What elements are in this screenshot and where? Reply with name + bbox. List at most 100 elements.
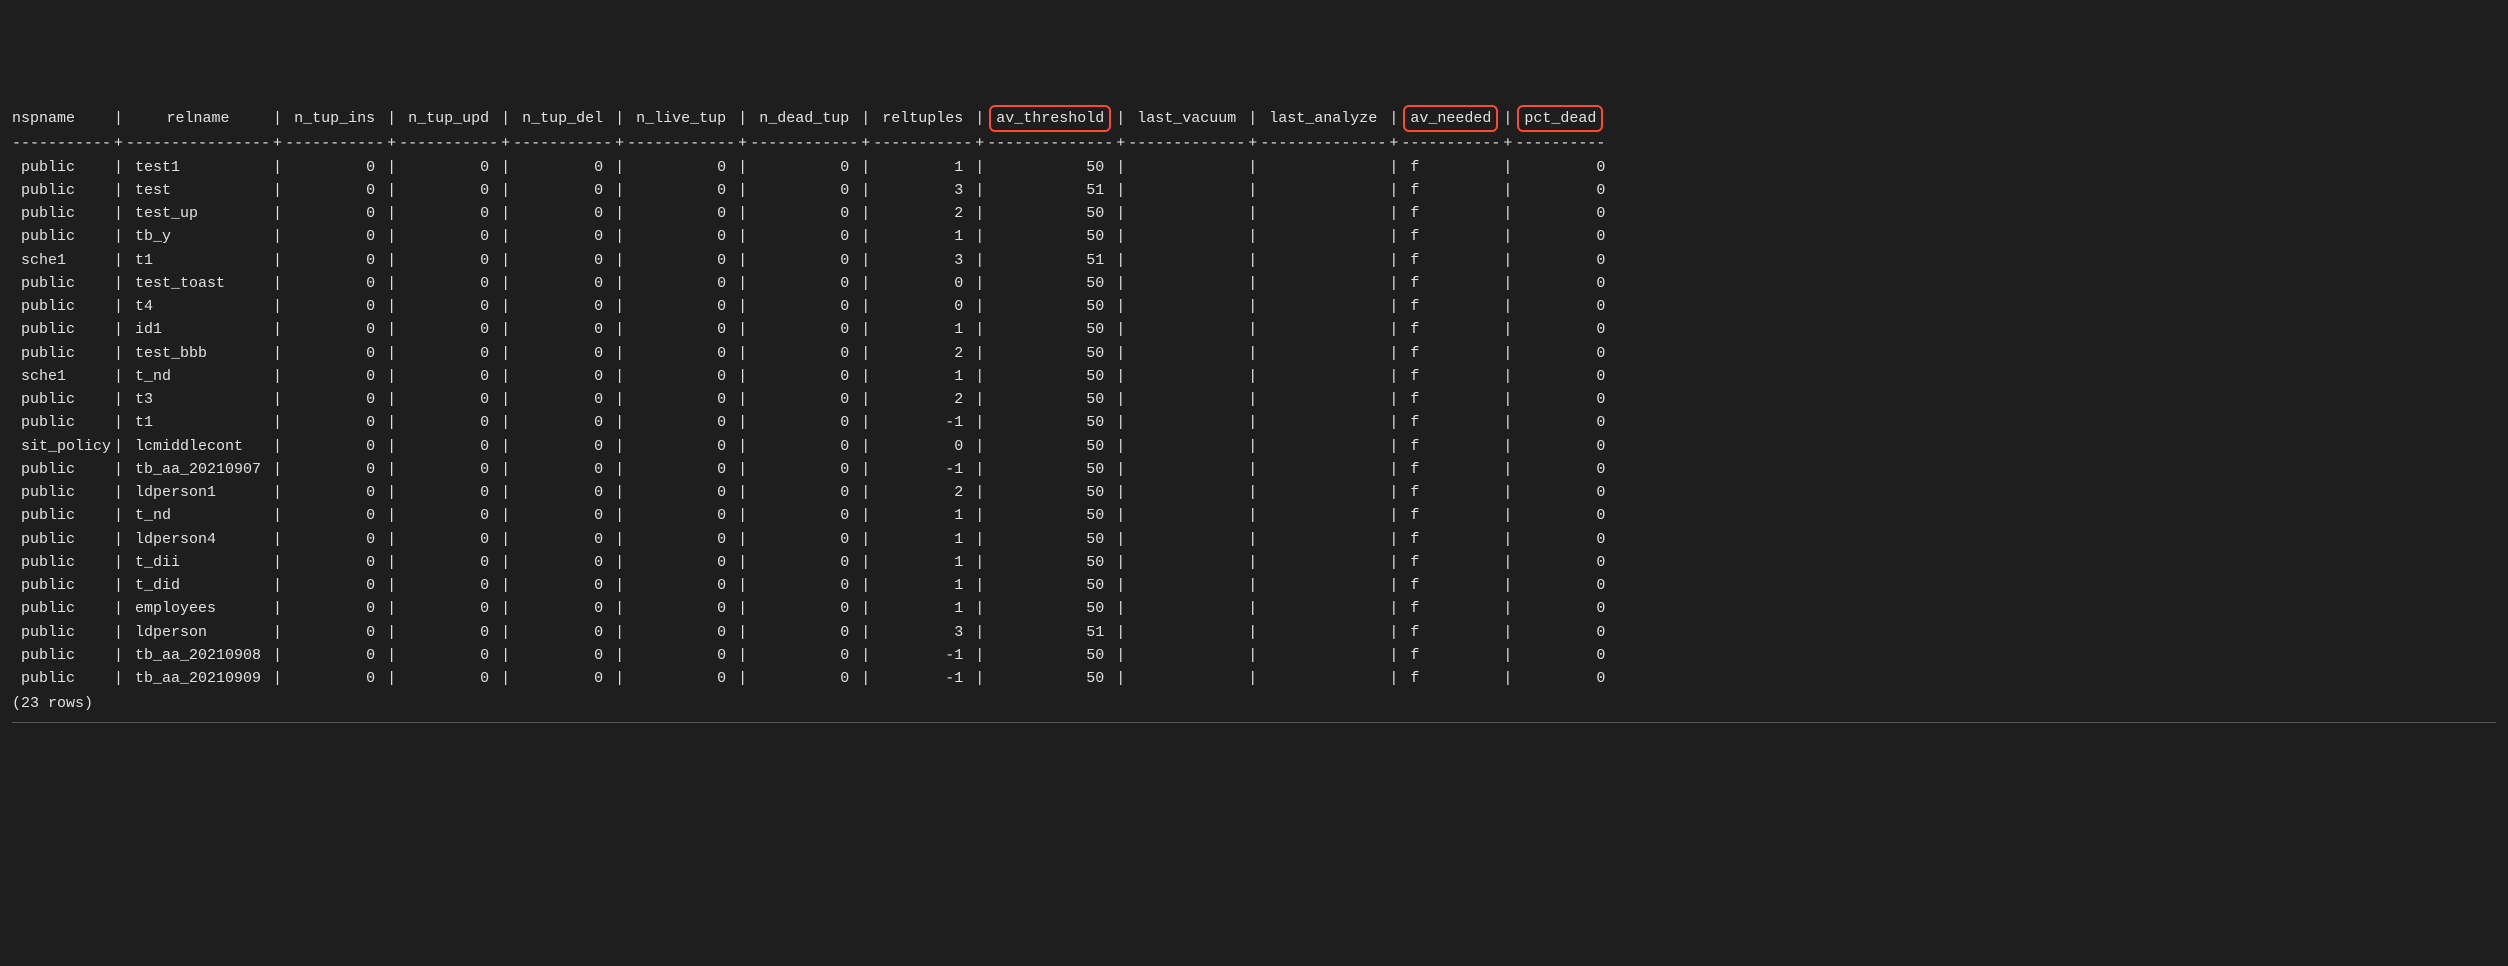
cell-av_threshold: 50 [987,504,1113,527]
column-separator: | [1386,411,1401,434]
cell-n_tup_del: 0 [513,528,612,551]
column-header-av_threshold: av_threshold [987,105,1113,132]
column-separator: | [972,365,987,388]
cell-av_needed: f [1401,644,1500,667]
column-separator: | [498,504,513,527]
cell-n_dead_tup: 0 [750,225,858,248]
cell-av_threshold: 50 [987,365,1113,388]
table-row: public | test_toast | 0 | 0 | 0 | 0 | 0 … [12,272,2496,295]
column-separator: | [111,435,126,458]
column-separator: | [498,574,513,597]
column-separator: | [1500,295,1515,318]
table-row: public | t_did | 0 | 0 | 0 | 0 | 0 | 1 |… [12,574,2496,597]
cell-reltuples: 1 [873,528,972,551]
column-header-label: av_threshold [996,110,1104,127]
cell-n_tup_ins: 0 [285,667,384,690]
cell-n_tup_upd: 0 [399,342,498,365]
column-separator: | [1113,107,1128,130]
column-separator: | [858,249,873,272]
column-separator: | [270,318,285,341]
column-separator: | [384,156,399,179]
table-row: public | tb_aa_20210907 | 0 | 0 | 0 | 0 … [12,458,2496,481]
cell-reltuples: 0 [873,435,972,458]
cell-av_needed: f [1401,574,1500,597]
cell-pct_dead: 0 [1515,435,1605,458]
column-separator: | [111,318,126,341]
cell-reltuples: 0 [873,295,972,318]
cell-n_dead_tup: 0 [750,388,858,411]
column-separator: | [972,318,987,341]
column-separator: | [1245,318,1260,341]
column-separator: | [1500,156,1515,179]
column-separator: | [735,481,750,504]
column-separator: | [612,481,627,504]
table-row: public | test_bbb | 0 | 0 | 0 | 0 | 0 | … [12,342,2496,365]
cell-nspname: sche1 [12,365,111,388]
table-row: public | test | 0 | 0 | 0 | 0 | 0 | 3 | … [12,179,2496,202]
column-separator: | [1113,644,1128,667]
cell-relname: test [126,179,270,202]
table-row: public | employees | 0 | 0 | 0 | 0 | 0 |… [12,597,2496,620]
cell-pct_dead: 0 [1515,179,1605,202]
cell-last_vacuum [1128,202,1245,225]
cell-n_tup_ins: 0 [285,458,384,481]
column-separator: | [972,435,987,458]
cell-last_vacuum [1128,597,1245,620]
rule-plus: + [972,132,987,155]
column-separator: | [1500,249,1515,272]
cell-nspname: public [12,156,111,179]
column-separator: | [972,295,987,318]
highlight-av_threshold: av_threshold [989,105,1111,132]
column-separator: | [270,365,285,388]
cell-av_threshold: 50 [987,528,1113,551]
cell-n_dead_tup: 0 [750,295,858,318]
column-separator: | [1386,528,1401,551]
cell-av_threshold: 50 [987,597,1113,620]
cell-n_live_tup: 0 [627,318,735,341]
column-separator: | [1113,342,1128,365]
cell-last_vacuum [1128,225,1245,248]
cell-n_dead_tup: 0 [750,481,858,504]
column-separator: | [1500,574,1515,597]
cell-n_tup_del: 0 [513,481,612,504]
column-separator: | [498,249,513,272]
column-separator: | [1386,156,1401,179]
cell-n_tup_del: 0 [513,667,612,690]
column-separator: | [858,318,873,341]
column-separator: | [270,481,285,504]
column-separator: | [735,202,750,225]
column-separator: | [384,225,399,248]
cell-last_vacuum [1128,621,1245,644]
cell-nspname: public [12,644,111,667]
cell-av_threshold: 50 [987,411,1113,434]
cell-nspname: sche1 [12,249,111,272]
column-separator: | [612,318,627,341]
column-header-label: last_vacuum [1137,110,1236,127]
cell-last_analyze [1260,481,1386,504]
column-separator: | [1245,365,1260,388]
cell-reltuples: 1 [873,504,972,527]
cell-relname: t4 [126,295,270,318]
cell-relname: test1 [126,156,270,179]
column-separator: | [384,249,399,272]
column-separator: | [1386,435,1401,458]
cell-n_dead_tup: 0 [750,435,858,458]
cell-n_tup_del: 0 [513,179,612,202]
cell-pct_dead: 0 [1515,156,1605,179]
table-row: sche1 | t_nd | 0 | 0 | 0 | 0 | 0 | 1 | 5… [12,365,2496,388]
cell-last_analyze [1260,597,1386,620]
cell-last_analyze [1260,318,1386,341]
column-separator: | [111,249,126,272]
cell-relname: ldperson1 [126,481,270,504]
column-separator: | [1113,551,1128,574]
cell-relname: t3 [126,388,270,411]
column-header-av_needed: av_needed [1401,105,1500,132]
cell-pct_dead: 0 [1515,318,1605,341]
column-separator: | [858,481,873,504]
cell-relname: tb_aa_20210907 [126,458,270,481]
column-separator: | [972,411,987,434]
column-separator: | [498,295,513,318]
rule-plus: + [735,132,750,155]
cell-nspname: public [12,342,111,365]
column-separator: | [972,551,987,574]
